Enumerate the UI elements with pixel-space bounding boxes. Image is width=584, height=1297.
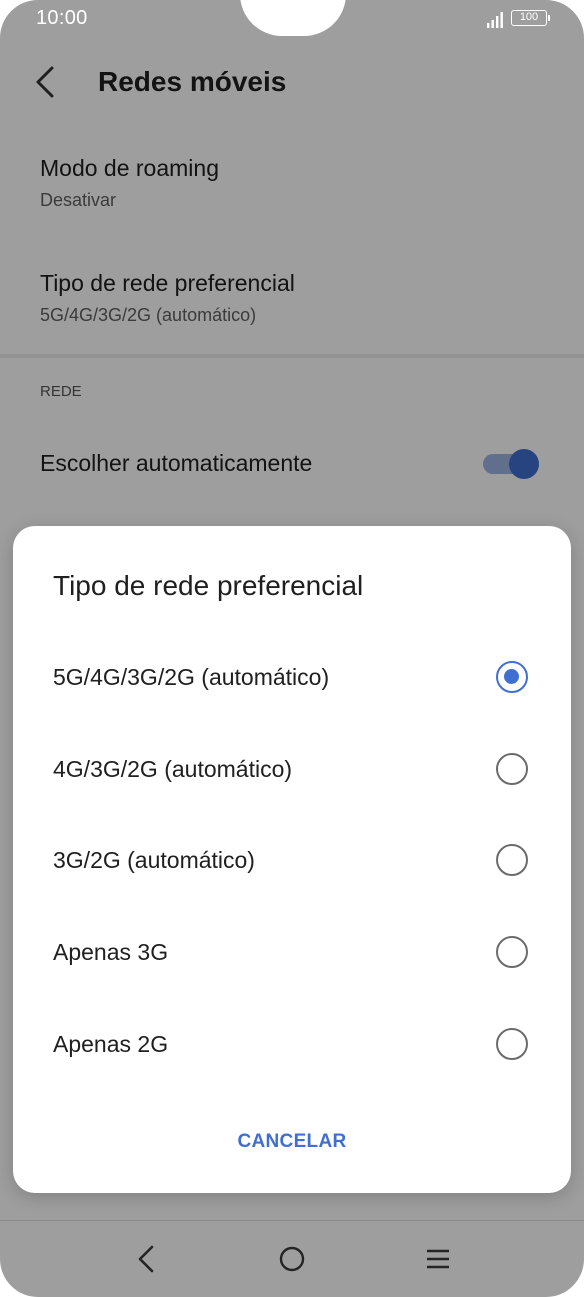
network-type-dialog: Tipo de rede preferencial 5G/4G/3G/2G (a… [13,526,571,1193]
status-bar: 10:00 100 [0,0,584,40]
option-3g-only[interactable]: Apenas 3G [13,913,571,993]
option-label: 4G/3G/2G (automático) [53,756,293,782]
radio-button[interactable] [496,936,528,968]
option-label: 3G/2G (automático) [53,847,255,873]
battery-icon: 100 [511,10,550,26]
radio-button[interactable] [496,844,528,876]
radio-button-selected[interactable] [496,661,528,693]
option-2g-only[interactable]: Apenas 2G [13,1005,571,1085]
option-label: 5G/4G/3G/2G (automático) [53,664,330,690]
radio-button[interactable] [496,1028,528,1060]
dialog-title: Tipo de rede preferencial [53,570,364,601]
status-time: 10:00 [36,7,88,29]
option-4g-3g-2g-auto[interactable]: 4G/3G/2G (automático) [13,730,571,810]
radio-button[interactable] [496,753,528,785]
option-label: Apenas 3G [53,939,169,965]
option-label: Apenas 2G [53,1031,169,1057]
option-3g-2g-auto[interactable]: 3G/2G (automático) [13,821,571,901]
signal-bars-icon [487,12,503,28]
phone-screen: Redes móveis Modo de roaming Desativar T… [0,0,584,1297]
option-5g-4g-3g-2g-auto[interactable]: 5G/4G/3G/2G (automático) [13,638,571,718]
camera-notch [240,0,346,36]
cancel-button[interactable]: CANCELAR [223,1120,361,1164]
